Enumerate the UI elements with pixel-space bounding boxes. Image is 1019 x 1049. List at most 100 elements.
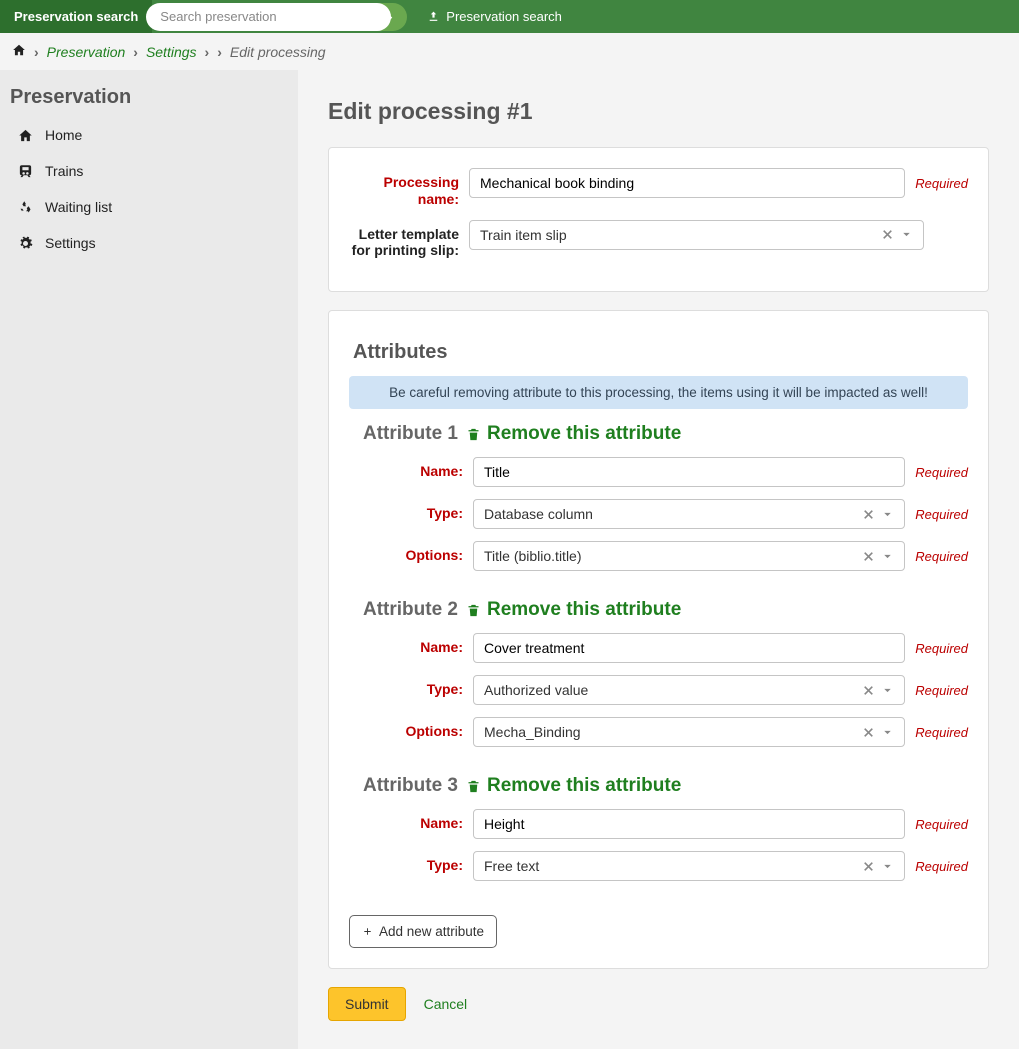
search-wrap <box>146 3 391 31</box>
main: Edit processing #1 Processing name: Requ… <box>298 70 1019 1049</box>
attribute-form: Name: Required Type: Database column <box>363 457 968 571</box>
chevron-down-icon[interactable] <box>900 228 913 241</box>
close-icon[interactable] <box>862 860 875 873</box>
attribute-block: Attribute 2 Remove this attribute Name: … <box>363 599 968 747</box>
remove-attribute-label: Remove this attribute <box>487 775 681 797</box>
attribute-title: Attribute 3 Remove this attribute <box>363 775 968 797</box>
submit-button[interactable]: Submit <box>328 987 406 1021</box>
attribute-form: Name: Required Type: Free text <box>363 809 968 881</box>
sidebar-title: Preservation <box>0 86 298 117</box>
sidebar-item-label: Home <box>45 127 82 143</box>
remove-attribute-label: Remove this attribute <box>487 423 681 445</box>
processing-name-input[interactable] <box>469 168 905 198</box>
label-type: Type: <box>363 499 473 522</box>
close-icon[interactable] <box>862 684 875 697</box>
breadcrumb-sep: › <box>133 44 138 60</box>
attribute-title: Attribute 2 Remove this attribute <box>363 599 968 621</box>
attributes-heading: Attributes <box>353 341 968 364</box>
upload-icon <box>427 10 440 23</box>
breadcrumb: › Preservation › Settings › › Edit proce… <box>0 33 1019 70</box>
sidebar-item-home[interactable]: Home <box>0 117 298 153</box>
attribute-name-input[interactable] <box>473 633 905 663</box>
preservation-search-link-label: Preservation search <box>446 9 562 24</box>
chevron-down-icon[interactable] <box>881 726 894 739</box>
attribute-form: Name: Required Type: Authorized value <box>363 633 968 747</box>
attribute-name-input[interactable] <box>473 457 905 487</box>
gear-icon <box>18 236 33 251</box>
add-new-attribute-button[interactable]: Add new attribute <box>349 915 497 948</box>
remove-attribute-link[interactable]: Remove this attribute <box>466 775 681 797</box>
close-icon[interactable] <box>862 508 875 521</box>
sidebar-item-settings[interactable]: Settings <box>0 225 298 261</box>
breadcrumb-sep: › <box>217 44 222 60</box>
label-type: Type: <box>363 675 473 698</box>
attribute-type-select[interactable]: Free text <box>473 851 905 881</box>
required-text: Required <box>915 507 968 522</box>
chevron-down-icon[interactable] <box>881 508 894 521</box>
home-icon <box>12 43 26 57</box>
attribute-options-select[interactable]: Mecha_Binding <box>473 717 905 747</box>
plus-icon <box>362 926 373 937</box>
search-input[interactable] <box>160 9 385 24</box>
panel-attributes: Attributes Be careful removing attribute… <box>328 310 989 969</box>
letter-template-select[interactable]: Train item slip <box>469 220 924 250</box>
cancel-link[interactable]: Cancel <box>424 996 468 1012</box>
home-icon-link[interactable] <box>12 43 26 60</box>
chevron-down-icon[interactable] <box>881 550 894 563</box>
form-actions: Submit Cancel <box>328 987 989 1021</box>
sidebar-item-waiting-list[interactable]: Waiting list <box>0 189 298 225</box>
required-text: Required <box>915 176 968 191</box>
breadcrumb-current: Edit processing <box>230 44 326 60</box>
warning-alert: Be careful removing attribute to this pr… <box>349 376 968 409</box>
label-name: Name: <box>363 633 473 656</box>
attribute-block: Attribute 1 Remove this attribute Name: … <box>363 423 968 571</box>
sidebar-item-label: Waiting list <box>45 199 112 215</box>
remove-attribute-link[interactable]: Remove this attribute <box>466 599 681 621</box>
close-icon[interactable] <box>881 228 894 241</box>
select-value: Title (biblio.title) <box>484 548 582 564</box>
select-value: Free text <box>484 858 539 874</box>
home-icon <box>18 128 33 143</box>
remove-attribute-link[interactable]: Remove this attribute <box>466 423 681 445</box>
attribute-heading: Attribute 3 <box>363 775 458 797</box>
preservation-search-link[interactable]: Preservation search <box>427 9 562 24</box>
required-text: Required <box>915 683 968 698</box>
train-icon <box>18 164 33 179</box>
attribute-name-input[interactable] <box>473 809 905 839</box>
required-text: Required <box>915 465 968 480</box>
sidebar-item-label: Trains <box>45 163 83 179</box>
select-value: Train item slip <box>480 227 567 243</box>
sidebar: Preservation Home Trains Waiting list Se… <box>0 70 298 1049</box>
label-letter-template: Letter template for printing slip: <box>349 220 469 260</box>
add-new-attribute-label: Add new attribute <box>379 924 484 939</box>
remove-attribute-label: Remove this attribute <box>487 599 681 621</box>
select-value: Mecha_Binding <box>484 724 581 740</box>
required-text: Required <box>915 549 968 564</box>
label-name: Name: <box>363 809 473 832</box>
attribute-block: Attribute 3 Remove this attribute Name: … <box>363 775 968 881</box>
required-text: Required <box>915 859 968 874</box>
close-icon[interactable] <box>862 550 875 563</box>
select-value: Authorized value <box>484 682 588 698</box>
attribute-heading: Attribute 1 <box>363 423 458 445</box>
breadcrumb-settings-link[interactable]: Settings <box>146 44 197 60</box>
attribute-options-select[interactable]: Title (biblio.title) <box>473 541 905 571</box>
label-processing-name: Processing name: <box>349 168 469 208</box>
select-value: Database column <box>484 506 593 522</box>
recycle-icon <box>18 200 33 215</box>
chevron-down-icon[interactable] <box>881 684 894 697</box>
required-text: Required <box>915 725 968 740</box>
breadcrumb-sep: › <box>205 44 210 60</box>
trash-icon <box>466 779 481 794</box>
required-text: Required <box>915 817 968 832</box>
attribute-type-select[interactable]: Database column <box>473 499 905 529</box>
chevron-down-icon[interactable] <box>881 860 894 873</box>
breadcrumb-preservation-link[interactable]: Preservation <box>47 44 126 60</box>
sidebar-item-trains[interactable]: Trains <box>0 153 298 189</box>
trash-icon <box>466 427 481 442</box>
attribute-heading: Attribute 2 <box>363 599 458 621</box>
attribute-type-select[interactable]: Authorized value <box>473 675 905 705</box>
topbar: Preservation search Preservation search <box>0 0 1019 33</box>
label-options: Options: <box>363 717 473 740</box>
close-icon[interactable] <box>862 726 875 739</box>
